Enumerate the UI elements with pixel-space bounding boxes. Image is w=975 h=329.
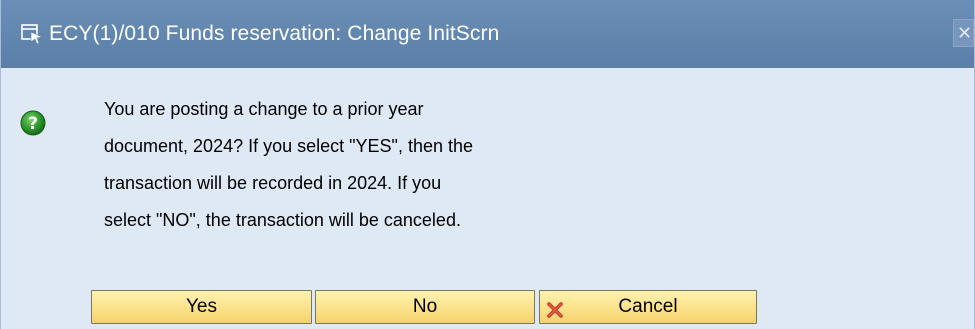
dialog-title: ECY(1)/010 Funds reservation: Change Ini… xyxy=(49,22,500,45)
message-line: document, 2024? If you select "YES", the… xyxy=(104,136,474,156)
yes-button[interactable]: Yes xyxy=(91,290,312,324)
cancel-button[interactable]: Cancel xyxy=(539,290,757,324)
dialog-message: You are posting a change to a prior year… xyxy=(104,91,664,239)
cancel-button-label: Cancel xyxy=(618,296,678,317)
dialog-titlebar[interactable]: ECY(1)/010 Funds reservation: Change Ini… xyxy=(1,0,974,68)
svg-text:?: ? xyxy=(28,114,38,134)
no-button[interactable]: No xyxy=(315,290,535,324)
message-line: select "NO", the transaction will be can… xyxy=(104,210,461,230)
no-button-label: No xyxy=(412,296,438,317)
close-icon: ✕ xyxy=(957,23,973,43)
window-menu-icon[interactable] xyxy=(20,22,44,46)
funds-reservation-dialog: ECY(1)/010 Funds reservation: Change Ini… xyxy=(0,0,975,329)
yes-button-label: Yes xyxy=(186,296,217,317)
message-line: You are posting a change to a prior year xyxy=(104,99,424,119)
cancel-x-icon xyxy=(546,298,564,318)
message-line: transaction will be recorded in 2024. If… xyxy=(104,173,442,193)
question-icon: ? xyxy=(19,109,47,137)
close-button[interactable]: ✕ xyxy=(953,19,974,47)
